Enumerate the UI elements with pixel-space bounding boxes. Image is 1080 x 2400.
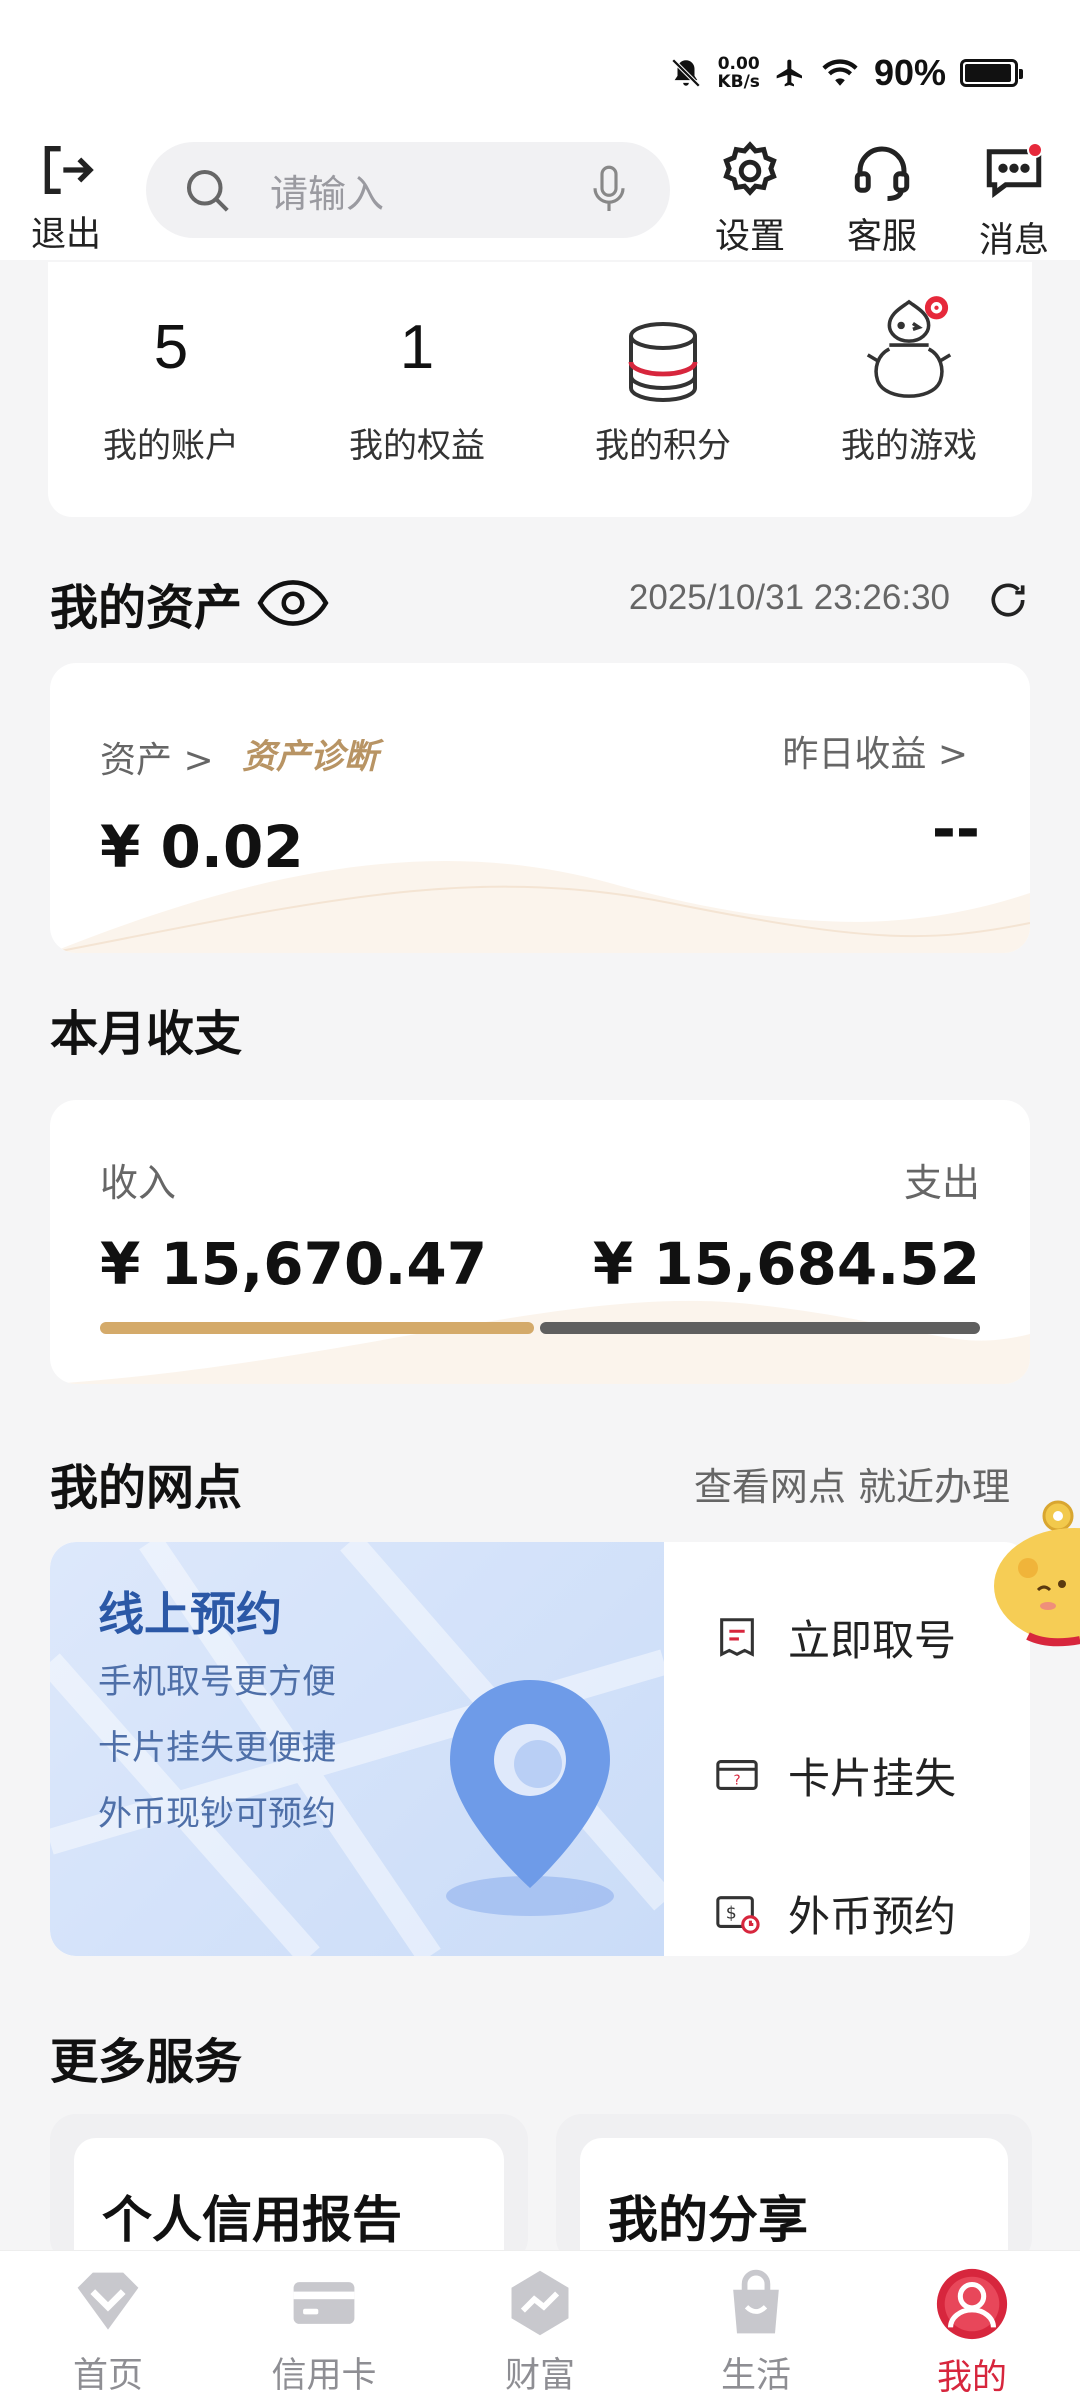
take-number-label: 立即取号 — [788, 1615, 957, 1665]
expense-amount: ¥ 15,684.52 — [592, 1230, 980, 1298]
svg-text:$: $ — [726, 1904, 737, 1924]
tab-mine[interactable]: 我的 — [864, 2251, 1080, 2400]
profile-icon — [936, 2268, 1008, 2340]
tab-home[interactable]: 首页 — [0, 2251, 216, 2400]
search-icon — [186, 169, 229, 212]
monthly-section-title: 本月收支 — [50, 1006, 243, 1062]
more-services-title: 更多服务 — [50, 2034, 243, 2090]
view-branches-link[interactable]: 查看网点 就近办理 — [694, 1456, 1010, 1511]
asset-diagnosis-link[interactable]: 资产诊断 — [242, 729, 378, 778]
take-number-button[interactable]: 立即取号 — [714, 1568, 1030, 1706]
refresh-icon[interactable] — [986, 578, 1030, 622]
tab-credit-card[interactable]: 信用卡 — [216, 2251, 432, 2400]
tab-credit-card-label: 信用卡 — [271, 2356, 377, 2396]
expense-bar — [540, 1322, 980, 1334]
yesterday-earnings-link[interactable]: 昨日收益 > — [782, 725, 968, 777]
battery-percent: 90% — [873, 52, 946, 93]
asset-link[interactable]: 资产 > — [100, 731, 214, 783]
quick-stats-card: 5 我的账户 1 我的权益 我的积分 我的游戏 — [48, 262, 1032, 517]
benefits-label: 我的权益 — [349, 426, 485, 466]
microphone-icon[interactable] — [588, 163, 630, 217]
games-label: 我的游戏 — [841, 426, 977, 466]
assets-title: 我的资产 — [50, 580, 243, 636]
my-benefits[interactable]: 1 我的权益 — [294, 262, 540, 517]
service-label: 客服 — [846, 217, 917, 257]
currency-icon: $ — [716, 1896, 760, 1934]
branch-actions: 立即取号 ? 卡片挂失 $ 外币预约 — [664, 1542, 1030, 1956]
messages-label: 消息 — [978, 221, 1049, 261]
accounts-count: 5 — [153, 313, 189, 382]
messages-button[interactable]: 消息 — [964, 138, 1064, 263]
branch-section-title: 我的网点 — [50, 1460, 243, 1516]
wifi-icon — [822, 59, 858, 86]
ticket-icon — [720, 1618, 754, 1657]
headset-icon — [854, 146, 910, 201]
my-share-title: 我的分享 — [608, 2191, 808, 2249]
logout-icon — [44, 146, 94, 194]
gear-icon — [723, 141, 777, 196]
card-question-icon: ? — [716, 1760, 758, 1790]
monthly-summary-card[interactable]: 收入 支出 ¥ 15,670.47 ¥ 15,684.52 — [50, 1100, 1030, 1384]
credit-report-title: 个人信用报告 — [102, 2191, 402, 2249]
report-lost-card-button[interactable]: ? 卡片挂失 — [714, 1706, 1030, 1844]
mascot-float-icon[interactable] — [988, 1498, 1080, 1666]
income-amount: ¥ 15,670.47 — [100, 1230, 488, 1298]
home-diamond-icon — [77, 2272, 139, 2330]
tab-life-label: 生活 — [720, 2356, 791, 2396]
expense-label: 支出 — [903, 1161, 980, 1205]
svg-text:?: ? — [733, 1774, 740, 1789]
points-label: 我的积分 — [595, 426, 731, 466]
online-appointment-promo[interactable]: 线上预约 手机取号更方便 卡片挂失更便捷 外币现钞可预约 — [50, 1542, 664, 1956]
top-header: 退出 请输入 设置 客服 消息 — [0, 130, 1080, 263]
wealth-icon — [511, 2270, 569, 2336]
promo-title: 线上预约 — [98, 1587, 282, 1641]
logout-button[interactable]: 退出 — [16, 138, 116, 257]
shopping-bag-icon — [733, 2269, 779, 2334]
tab-wealth[interactable]: 财富 — [432, 2251, 648, 2400]
logout-label: 退出 — [30, 215, 101, 255]
unread-dot — [1027, 142, 1043, 158]
net-speed: 0.00 KB/s — [717, 54, 760, 92]
location-pin-icon — [446, 1680, 614, 1916]
report-lost-card-label: 卡片挂失 — [788, 1753, 957, 1803]
benefits-count: 1 — [399, 313, 435, 382]
credit-card-icon — [293, 2282, 355, 2324]
promo-line: 卡片挂失更便捷 — [98, 1728, 336, 1768]
tab-life[interactable]: 生活 — [648, 2251, 864, 2400]
database-icon — [628, 322, 698, 403]
tab-home-label: 首页 — [72, 2356, 143, 2396]
accounts-label: 我的账户 — [103, 426, 239, 466]
assets-section-title: 我的资产 — [50, 568, 330, 638]
settings-label: 设置 — [714, 217, 785, 257]
customer-service-button[interactable]: 客服 — [832, 138, 932, 259]
income-bar — [100, 1322, 534, 1334]
my-points[interactable]: 我的积分 — [540, 262, 786, 517]
asset-timestamp: 2025/10/31 23:26:30 — [628, 578, 950, 617]
eye-icon[interactable] — [256, 578, 330, 628]
tab-mine-label: 我的 — [936, 2358, 1007, 2398]
bottom-tab-bar: 首页 信用卡 财富 生活 我的 — [0, 2250, 1080, 2400]
my-games[interactable]: 我的游戏 — [786, 262, 1032, 517]
promo-line: 外币现钞可预约 — [98, 1794, 336, 1834]
my-accounts[interactable]: 5 我的账户 — [48, 262, 294, 517]
search-placeholder: 请输入 — [270, 171, 385, 216]
promo-line: 手机取号更方便 — [98, 1662, 336, 1702]
income-label: 收入 — [100, 1161, 177, 1205]
foreign-currency-label: 外币预约 — [788, 1891, 957, 1941]
foreign-currency-booking-button[interactable]: $ 外币预约 — [714, 1844, 1030, 1956]
asset-amount: ¥ 0.02 — [100, 813, 304, 881]
settings-button[interactable]: 设置 — [700, 138, 800, 259]
search-bar[interactable]: 请输入 — [146, 142, 670, 238]
airplane-icon — [776, 59, 802, 87]
battery-icon — [960, 59, 1023, 87]
mute-bell-icon — [672, 58, 701, 88]
my-share-card[interactable]: 我的分享 — [556, 2114, 1032, 2304]
yesterday-earnings-value: -- — [931, 795, 980, 863]
status-bar: 0.00 KB/s 90% — [0, 0, 1080, 130]
snowman-icon — [866, 296, 952, 398]
tab-wealth-label: 财富 — [504, 2356, 575, 2396]
credit-report-card[interactable]: 个人信用报告 — [50, 2114, 528, 2304]
asset-card[interactable]: 资产 > 资产诊断 ¥ 0.02 昨日收益 > -- — [50, 663, 1030, 953]
branch-card: 线上预约 手机取号更方便 卡片挂失更便捷 外币现钞可预约 立即取号 ? 卡片挂失… — [50, 1542, 1030, 1956]
